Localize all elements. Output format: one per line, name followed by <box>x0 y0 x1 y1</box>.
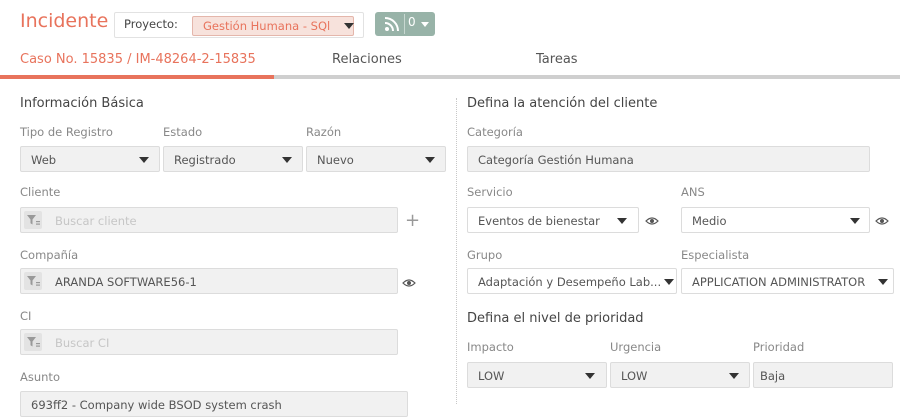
project-label: Proyecto: <box>124 17 178 31</box>
tipo-registro-label: Tipo de Registro <box>20 125 113 139</box>
tab-active-indicator <box>0 75 274 79</box>
estado-label: Estado <box>163 125 203 139</box>
compania-field[interactable]: ARANDA SOFTWARE56-1 <box>20 268 398 294</box>
asunto-label: Asunto <box>20 370 60 384</box>
especialista-select[interactable]: APPLICATION ADMINISTRATOR <box>681 268 894 294</box>
tab-case[interactable]: Caso No. 15835 / IM-48264-2-15835 <box>20 52 256 67</box>
servicio-label: Servicio <box>467 185 513 199</box>
grupo-select[interactable]: Adaptación y Desempeño Lab... <box>467 268 677 294</box>
impacto-label: Impacto <box>467 340 514 354</box>
priority-heading: Defina el nivel de prioridad <box>467 311 644 326</box>
prioridad-field: Baja <box>753 362 893 388</box>
chevron-down-icon[interactable] <box>729 373 739 379</box>
categoria-field[interactable]: Categoría Gestión Humana <box>467 146 870 172</box>
ci-label: CI <box>20 309 32 323</box>
razon-label: Razón <box>306 125 342 139</box>
tab-relaciones[interactable]: Relaciones <box>332 52 402 67</box>
categoria-label: Categoría <box>467 125 523 139</box>
rss-count[interactable]: 0 <box>408 15 416 29</box>
attention-heading: Defina la atención del cliente <box>467 96 658 111</box>
chevron-down-icon[interactable] <box>344 23 354 29</box>
tab-tareas[interactable]: Tareas <box>536 52 578 67</box>
cliente-label: Cliente <box>20 185 61 199</box>
project-select[interactable]: Gestión Humana - SQl <box>192 16 354 36</box>
ci-search-input[interactable]: Buscar CI <box>20 329 398 355</box>
chevron-down-icon[interactable] <box>282 157 292 163</box>
basic-info-heading: Información Básica <box>20 96 144 111</box>
eye-icon[interactable] <box>645 216 659 226</box>
rss-button-divider <box>404 14 405 34</box>
compania-label: Compañía <box>20 248 79 262</box>
chevron-down-icon[interactable] <box>617 218 627 224</box>
page-title: Incidente <box>20 10 109 32</box>
chevron-down-icon[interactable] <box>850 218 860 224</box>
chevron-down-icon[interactable] <box>664 279 674 285</box>
filter-icon[interactable] <box>24 333 42 351</box>
filter-icon[interactable] <box>24 211 42 229</box>
especialista-label: Especialista <box>681 248 750 262</box>
servicio-select[interactable]: Eventos de bienestar <box>467 207 639 233</box>
asunto-input[interactable]: 693ff2 - Company wide BSOD system crash <box>20 391 408 417</box>
urgencia-label: Urgencia <box>610 340 662 354</box>
add-client-icon[interactable]: + <box>405 210 420 231</box>
grupo-label: Grupo <box>467 248 503 262</box>
cliente-search-input[interactable]: Buscar cliente <box>20 207 398 233</box>
eye-icon[interactable] <box>402 278 416 288</box>
chevron-down-icon[interactable] <box>421 22 429 27</box>
prioridad-label: Prioridad <box>753 340 805 354</box>
rss-icon[interactable] <box>383 15 401 33</box>
chevron-down-icon[interactable] <box>425 157 435 163</box>
ans-select[interactable]: Medio <box>681 207 870 233</box>
column-divider <box>456 98 457 404</box>
eye-icon[interactable] <box>875 216 889 226</box>
chevron-down-icon[interactable] <box>139 157 149 163</box>
filter-icon[interactable] <box>24 272 42 290</box>
chevron-down-icon[interactable] <box>585 373 595 379</box>
chevron-down-icon[interactable] <box>878 279 888 285</box>
ans-label: ANS <box>681 185 705 199</box>
